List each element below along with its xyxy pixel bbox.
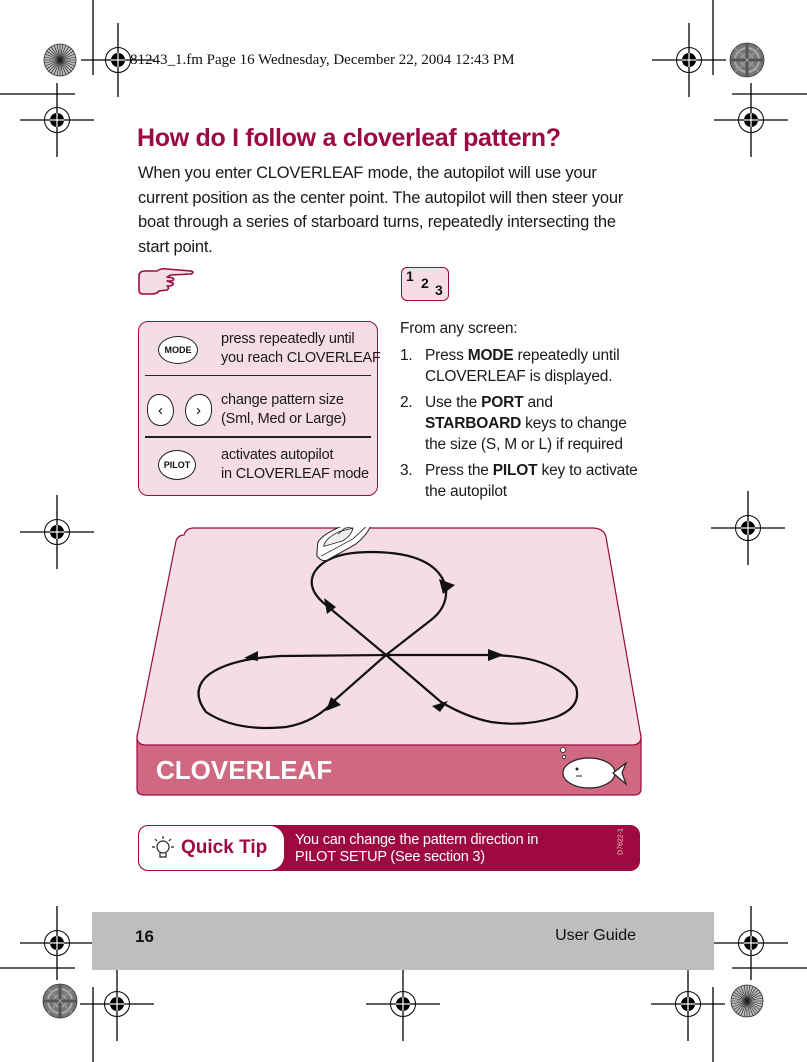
figure-code: D7622-1 <box>617 828 625 855</box>
key-description: change pattern size (Sml, Med or Large) <box>221 391 346 429</box>
guide-label: User Guide <box>555 927 636 944</box>
digit-1: 1 <box>406 268 414 284</box>
steps-section: From any screen: 1. Press MODE repeatedl… <box>400 318 650 507</box>
step-number: 1. <box>400 347 413 364</box>
step-number: 3. <box>400 462 413 479</box>
tip-line: PILOT SETUP (See section 3) <box>295 849 485 865</box>
print-slug: 81243_1.fm Page 16 Wednesday, December 2… <box>130 52 515 68</box>
key-row-mode: MODE press repeatedly until you reach CL… <box>139 322 381 377</box>
port-key[interactable]: ‹ <box>147 394 174 426</box>
page-number: 16 <box>135 927 154 946</box>
key-name: PORT <box>481 394 524 411</box>
quick-tip-label-area: Quick Tip <box>139 826 284 870</box>
steps-lead: From any screen: <box>400 320 518 337</box>
quick-tip-banner: Quick Tip You can change the pattern dir… <box>138 825 640 871</box>
key-description: press repeatedly until you reach CLOVERL… <box>221 330 381 368</box>
divider <box>145 375 371 376</box>
numbered-steps-icon: 1 2 3 <box>401 267 449 301</box>
intro-paragraph: When you enter CLOVERLEAF mode, the auto… <box>138 164 624 256</box>
page-footer: 16 User Guide <box>92 912 714 970</box>
desc-line: activates autopilot <box>221 447 334 463</box>
step-text: Press <box>425 347 468 364</box>
lightbulb-icon <box>152 836 174 858</box>
key-panel: MODE press repeatedly until you reach CL… <box>138 321 381 496</box>
cloverleaf-diagram: CLOVERLEAF <box>136 527 642 796</box>
pointing-hand-icon <box>138 267 194 295</box>
desc-line: change pattern size <box>221 392 344 408</box>
starboard-key[interactable]: › <box>185 394 212 426</box>
quick-tip-label: Quick Tip <box>181 837 268 858</box>
step-item: 2. Use the PORT and STARBOARD keys to ch… <box>400 392 650 455</box>
step-number: 2. <box>400 394 413 411</box>
desc-line: (Sml, Med or Large) <box>221 411 347 427</box>
desc-line: you reach CLOVERLEAF <box>221 350 381 366</box>
page-title: How do I follow a cloverleaf pattern? <box>137 124 561 152</box>
step-text: Use the <box>425 394 482 411</box>
key-row-port-starboard: ‹ › change pattern size (Sml, Med or Lar… <box>139 378 377 437</box>
key-name: MODE <box>467 347 514 364</box>
desc-line: press repeatedly until <box>221 331 355 347</box>
key-description: activates autopilot in CLOVERLEAF mode <box>221 446 369 484</box>
pattern-label: CLOVERLEAF <box>156 755 332 785</box>
step-text: and <box>523 394 553 411</box>
tip-line: You can change the pattern direction in <box>295 832 539 848</box>
digit-2: 2 <box>421 275 429 291</box>
desc-line: in CLOVERLEAF mode <box>221 466 369 482</box>
digit-3: 3 <box>435 282 443 298</box>
step-item: 3. Press the PILOT key to activate the a… <box>400 460 650 502</box>
quick-tip-text: You can change the pattern direction in … <box>295 832 538 866</box>
pilot-key[interactable]: PILOT <box>158 450 196 480</box>
steps-list: 1. Press MODE repeatedly until CLOVERLEA… <box>400 345 650 502</box>
mode-key[interactable]: MODE <box>158 336 198 364</box>
step-item: 1. Press MODE repeatedly until CLOVERLEA… <box>400 345 650 387</box>
key-name: STARBOARD <box>425 415 522 432</box>
key-row-pilot: PILOT activates autopilot in CLOVERLEAF … <box>139 438 377 495</box>
step-text: Press the <box>425 462 493 479</box>
key-name: PILOT <box>492 462 538 479</box>
